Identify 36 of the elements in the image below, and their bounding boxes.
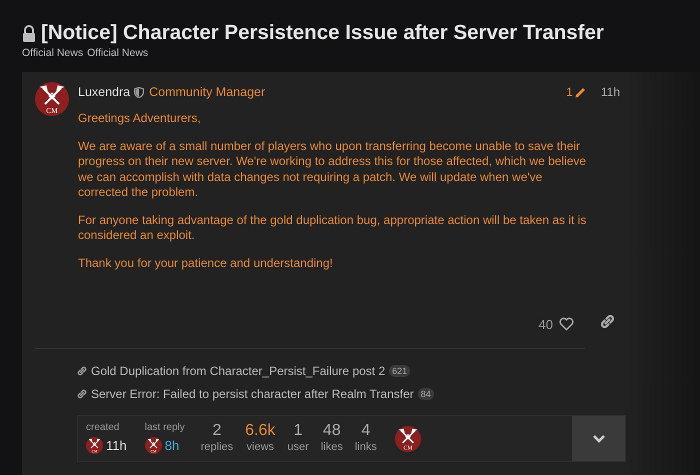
topic-link[interactable]: Server Error: Failed to persist character after Realm Transfer <box>91 386 414 400</box>
user-title: Community Manager <box>149 85 266 99</box>
pencil-icon <box>574 86 587 98</box>
edit-count[interactable]: 1 <box>566 85 587 99</box>
chain-icon <box>77 388 87 398</box>
stat-label: replies <box>200 441 234 453</box>
topic-title: [Notice] Character Persistence Issue after Server Transfer <box>41 21 604 45</box>
like-count[interactable]: 40 <box>538 316 553 332</box>
stat-value: 2 <box>212 422 222 440</box>
time: 8h <box>164 438 180 453</box>
stat-value: 1 <box>294 422 303 440</box>
stat-label: created <box>86 422 120 433</box>
heart-icon[interactable] <box>559 317 574 331</box>
author-name[interactable]: Luxendra <box>78 85 130 99</box>
link-icon[interactable] <box>600 314 615 329</box>
stat-value: 4 <box>361 422 370 440</box>
stat-value: 6.6k <box>245 422 276 440</box>
time: 11h <box>106 438 127 453</box>
click-count: 621 <box>389 364 410 376</box>
category-link[interactable]: Official News <box>87 47 148 59</box>
category-link[interactable]: Official News <box>22 47 84 59</box>
stat-label: links <box>354 441 377 453</box>
post-time[interactable]: 11h <box>600 85 620 99</box>
stat-label: views <box>246 441 274 453</box>
click-count: 84 <box>418 388 434 400</box>
post-paragraph: Greetings Adventurers, <box>78 111 202 126</box>
post-paragraph: We are aware of a small number of players who upon transferring become unable to save their progress on their new server. We're working to address this for those affected, which we believe we can accomplish with data changes not requiring a patch. We will update when we've corrected the problem. <box>78 138 588 200</box>
topic-link[interactable]: Gold Duplication from Character_Persist_Failure post 2 <box>91 364 386 378</box>
chevron-icon <box>592 434 606 444</box>
chain-icon <box>77 366 87 376</box>
stat-label: user <box>287 441 309 453</box>
stat-label: likes <box>320 441 343 453</box>
stat-label: last reply <box>144 422 185 433</box>
post-paragraph: Thank you for your patience and understanding! <box>78 256 334 271</box>
stat-value: 48 <box>322 422 341 440</box>
post-paragraph: For anyone taking advantage of the gold duplication bug, appropriate action will be taken as it is considered an exploit. <box>78 212 588 244</box>
